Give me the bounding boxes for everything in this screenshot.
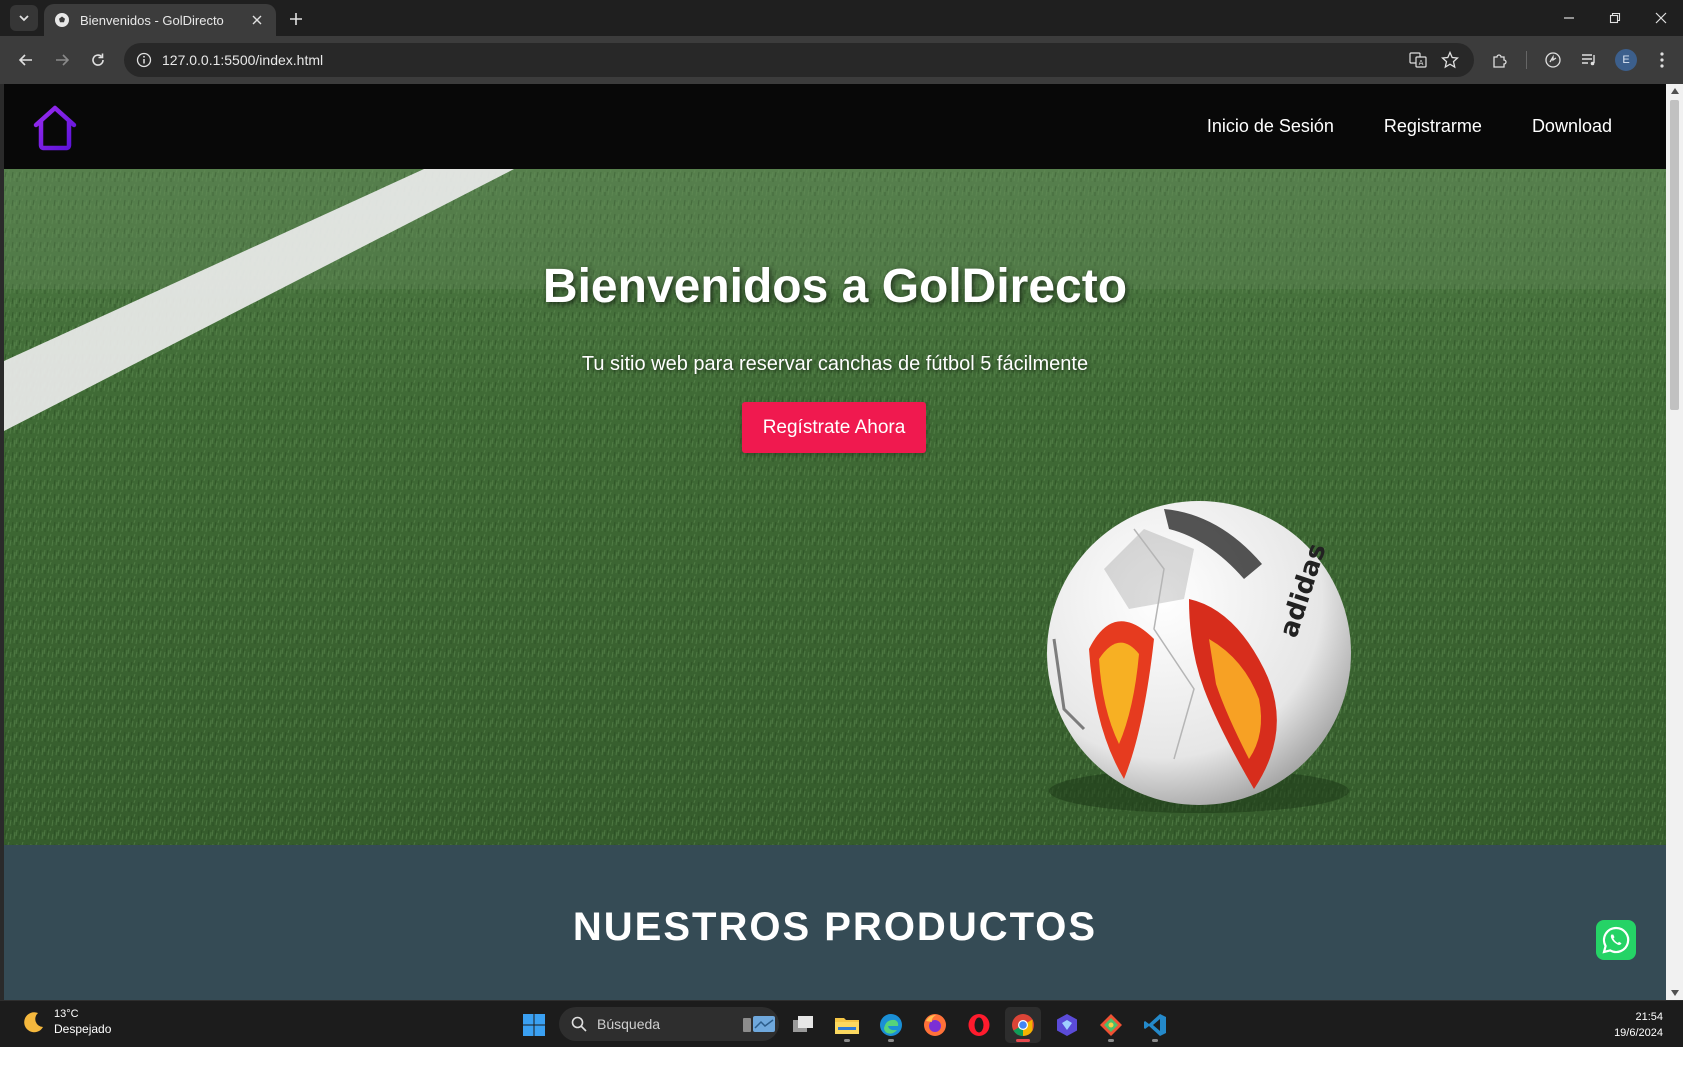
weather-description: Despejado (54, 1022, 112, 1036)
back-button[interactable] (13, 47, 39, 73)
site-navbar: Inicio de Sesión Registrarme Download (4, 84, 1666, 169)
whatsapp-button[interactable] (1596, 920, 1636, 960)
chevron-down-icon (19, 15, 29, 22)
forward-button[interactable] (49, 47, 75, 73)
hero-section: adidas Bienvenidos a GolDirecto Tu sitio… (4, 169, 1666, 845)
opera-icon (968, 1014, 990, 1036)
taskbar-search[interactable]: Búsqueda (559, 1007, 779, 1041)
edge-icon (880, 1014, 902, 1036)
screen-bottom-strip (0, 1047, 1683, 1077)
soccer-ball-favicon-icon (54, 12, 70, 28)
task-view-icon (793, 1016, 813, 1032)
file-explorer-button[interactable] (829, 1007, 865, 1043)
home-logo-icon[interactable] (32, 105, 78, 151)
extensions-puzzle-icon[interactable] (1487, 47, 1513, 73)
nav-links: Inicio de Sesión Registrarme Download (1207, 84, 1612, 169)
moon-icon (24, 1012, 43, 1033)
taskbar-clock[interactable]: 21:54 19/6/2024 (1614, 1009, 1663, 1041)
hero-subtitle: Tu sitio web para reservar canchas de fú… (581, 353, 1089, 375)
chrome-icon (1012, 1014, 1034, 1036)
bookmark-star-icon[interactable] (1439, 50, 1461, 70)
search-icon (571, 1016, 587, 1032)
search-highlight-icon (743, 1016, 775, 1032)
scroll-down-icon[interactable] (1670, 988, 1679, 998)
file-explorer-icon (835, 1018, 859, 1034)
weather-widget[interactable]: 13°C Despejado (22, 1007, 111, 1037)
browser-tab-bar: Bienvenidos - GolDirecto (0, 0, 1683, 36)
page-scrollbar[interactable] (1666, 84, 1683, 1000)
new-tab-button[interactable] (284, 7, 308, 31)
hero-title: Bienvenidos a GolDirecto (542, 260, 1128, 313)
vscode-button[interactable] (1137, 1007, 1173, 1043)
windows-start-button[interactable] (516, 1007, 552, 1043)
arrow-right-icon (56, 54, 70, 66)
nav-link-login[interactable]: Inicio de Sesión (1207, 116, 1334, 137)
reload-button[interactable] (85, 47, 111, 73)
plus-icon (290, 13, 302, 25)
toolbar-separator (1526, 51, 1527, 69)
page-viewport: Inicio de Sesión Registrarme Download ad… (4, 84, 1666, 1000)
media-controls-icon[interactable] (1576, 47, 1602, 73)
restore-button[interactable] (1595, 4, 1635, 32)
browser-tab-active[interactable]: Bienvenidos - GolDirecto (44, 4, 276, 36)
minimize-button[interactable] (1549, 4, 1589, 32)
register-now-button[interactable]: Regístrate Ahora (742, 402, 926, 453)
tab-title: Bienvenidos - GolDirecto (80, 12, 224, 28)
nav-link-download[interactable]: Download (1532, 116, 1612, 137)
svg-text:A: A (1419, 59, 1424, 67)
clock-time: 21:54 (1635, 1011, 1663, 1023)
chrome-button[interactable] (1005, 1007, 1041, 1043)
screen: Bienvenidos - GolDirecto 127.0.0.1:5500/… (0, 0, 1683, 1077)
arrow-left-icon (18, 54, 32, 66)
opera-button[interactable] (961, 1007, 997, 1043)
products-section: NUESTROS PRODUCTOS (4, 845, 1666, 1000)
clock-date: 19/6/2024 (1614, 1027, 1663, 1039)
git-kraken-icon (1100, 1014, 1122, 1036)
menu-kebab-icon[interactable] (1649, 47, 1675, 73)
translate-icon[interactable]: A (1407, 50, 1429, 70)
edge-button[interactable] (873, 1007, 909, 1043)
firefox-icon (924, 1014, 946, 1036)
restore-icon (1609, 12, 1621, 24)
reload-icon (92, 53, 104, 66)
git-kraken-button[interactable] (1093, 1007, 1129, 1043)
nav-link-register[interactable]: Registrarme (1384, 116, 1482, 137)
url-text[interactable]: 127.0.0.1:5500/index.html (162, 52, 1474, 68)
close-icon (1655, 12, 1667, 24)
task-view-button[interactable] (785, 1007, 821, 1043)
address-bar[interactable]: 127.0.0.1:5500/index.html A (124, 43, 1474, 77)
vscode-icon (1144, 1014, 1166, 1036)
app-cube-icon (1057, 1014, 1077, 1036)
close-window-button[interactable] (1641, 4, 1681, 32)
whatsapp-icon (1602, 926, 1630, 954)
close-tab-icon[interactable] (248, 11, 266, 29)
site-info-icon[interactable] (134, 50, 154, 70)
weather-temperature: 13°C (54, 1008, 79, 1020)
tab-search-button[interactable] (10, 5, 38, 31)
firefox-button[interactable] (917, 1007, 953, 1043)
profile-avatar[interactable]: E (1615, 49, 1637, 71)
soccer-ball-illustration: adidas (1047, 501, 1351, 805)
app-cube-button[interactable] (1049, 1007, 1085, 1043)
browser-toolbar: 127.0.0.1:5500/index.html A E (0, 36, 1683, 84)
search-placeholder[interactable]: Búsqueda (597, 1016, 743, 1032)
products-title: NUESTROS PRODUCTOS (572, 905, 1098, 949)
scrollbar-thumb[interactable] (1670, 100, 1679, 410)
performance-icon[interactable] (1540, 47, 1566, 73)
windows-taskbar: 13°C Despejado Búsqueda 21:54 19/6/2024 (0, 1000, 1683, 1047)
scroll-up-icon[interactable] (1670, 86, 1679, 96)
windows-start-icon (523, 1014, 545, 1036)
minimize-icon (1564, 17, 1574, 19)
